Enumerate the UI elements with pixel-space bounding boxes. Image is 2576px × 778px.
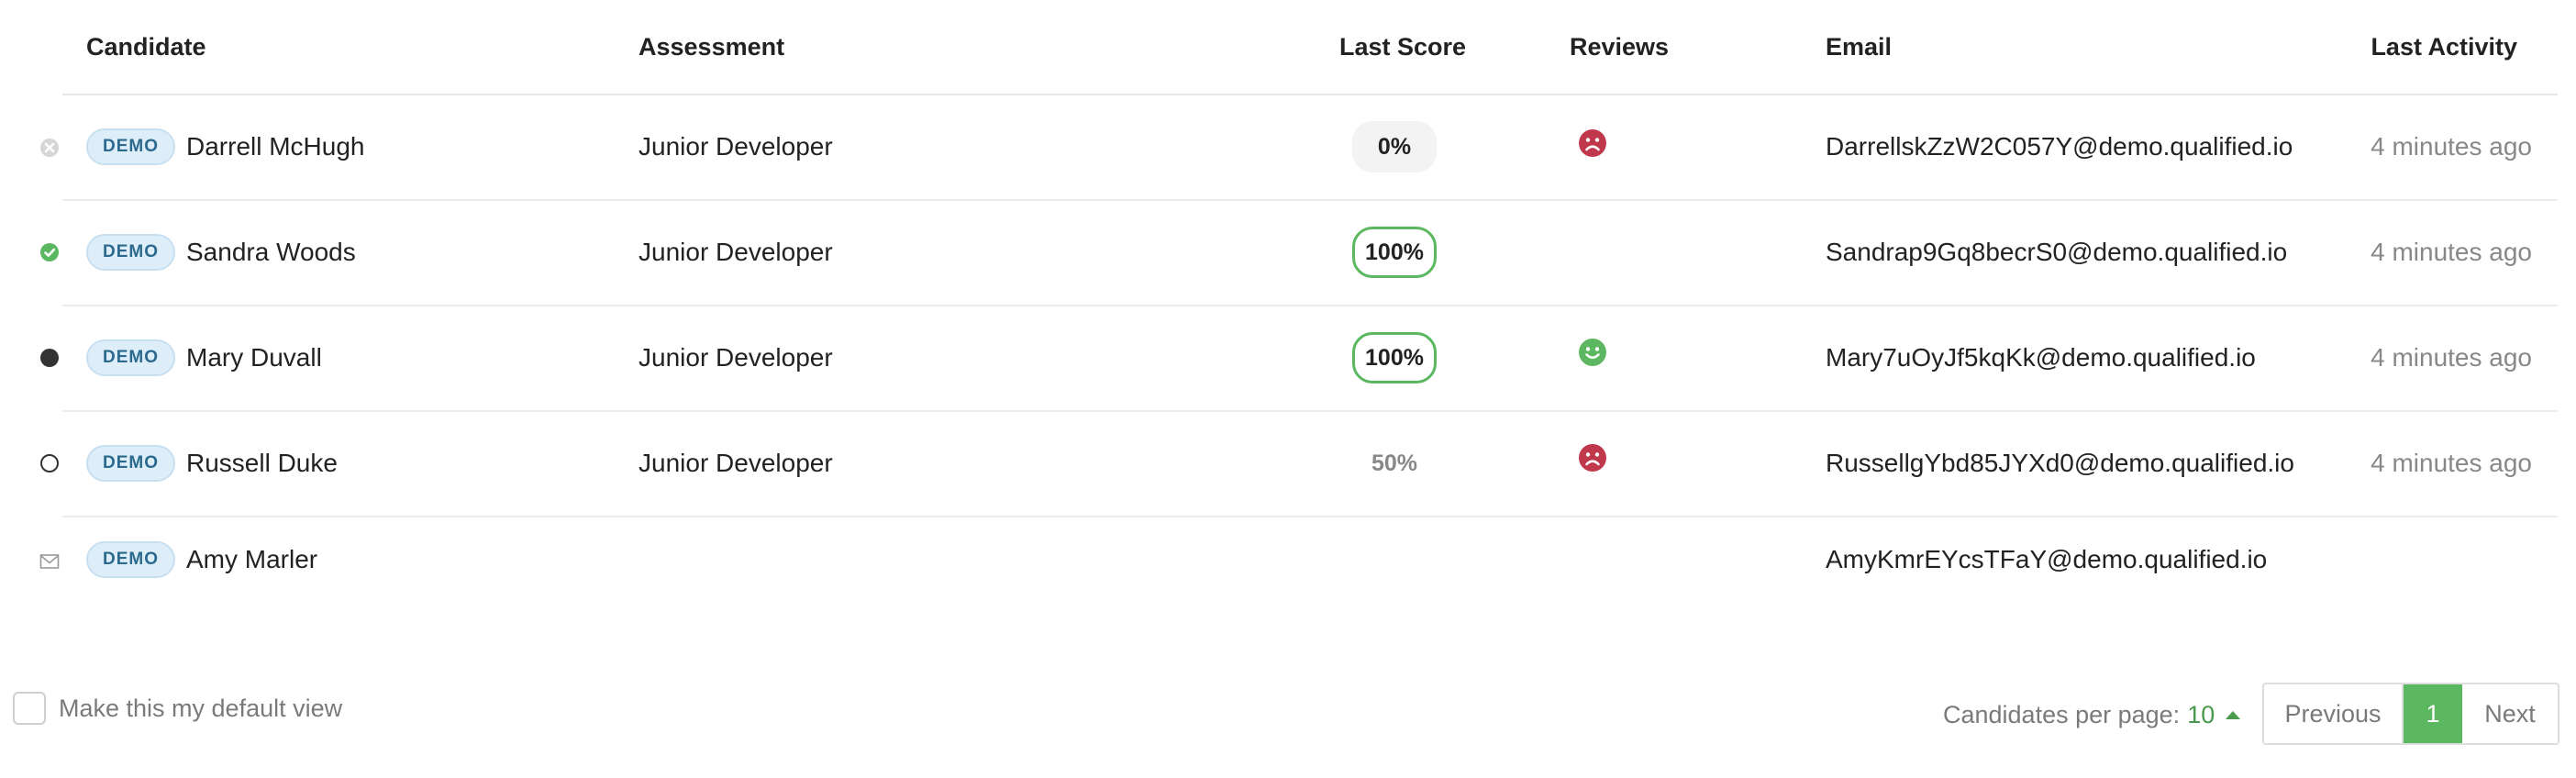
pagination: Previous 1 Next <box>2262 683 2559 745</box>
candidate-name[interactable]: Sandra Woods <box>186 238 356 267</box>
col-last-activity[interactable]: Last Activity <box>2371 33 2517 61</box>
table-row[interactable]: DEMO Darrell McHugh Junior Developer 0% … <box>0 95 2576 201</box>
envelope-icon <box>39 550 61 572</box>
candidate-name[interactable]: Darrell McHugh <box>186 132 365 161</box>
candidate-email: Sandrap9Gq8becrS0@demo.qualified.io <box>1826 238 2288 266</box>
filled-dot-icon <box>39 347 61 369</box>
table-row[interactable]: DEMO Sandra Woods Junior Developer 100% … <box>0 201 2576 306</box>
empty-circle-icon <box>39 452 61 474</box>
archived-x-icon <box>39 137 61 159</box>
per-page-value[interactable]: 10 <box>2187 701 2215 729</box>
per-page-label: Candidates per page: <box>1943 701 2181 728</box>
sad-face-icon <box>1579 129 1606 157</box>
col-candidate[interactable]: Candidate <box>86 33 206 61</box>
candidate-name[interactable]: Mary Duvall <box>186 343 322 372</box>
assessment-name[interactable]: Junior Developer <box>638 132 833 161</box>
last-activity: 4 minutes ago <box>2371 449 2532 477</box>
caret-up-icon[interactable] <box>2226 711 2241 719</box>
sad-face-icon <box>1579 444 1606 472</box>
per-page-selector[interactable]: Candidates per page: 10 <box>1943 701 2241 729</box>
next-page-button[interactable]: Next <box>2462 684 2558 743</box>
score-badge: 0% <box>1352 121 1437 172</box>
candidate-cell: DEMO Russell Duke <box>86 443 338 483</box>
happy-face-icon <box>1579 339 1606 366</box>
assessment-name[interactable]: Junior Developer <box>638 238 833 267</box>
previous-page-button[interactable]: Previous <box>2264 684 2404 743</box>
candidate-email: Mary7uOyJf5kqKk@demo.qualified.io <box>1826 343 2256 372</box>
table-row[interactable]: DEMO Amy Marler AmyKmrEYcsTFaY@demo.qual… <box>0 517 2576 623</box>
candidate-email: RussellgYbd85JYXd0@demo.qualified.io <box>1826 449 2294 477</box>
candidate-email: DarrellskZzW2C057Y@demo.qualified.io <box>1826 132 2293 161</box>
demo-badge: DEMO <box>86 339 175 376</box>
candidate-email: AmyKmrEYcsTFaY@demo.qualified.io <box>1826 545 2268 573</box>
score-badge: 50% <box>1371 450 1418 476</box>
table-row[interactable]: DEMO Russell Duke Junior Developer 50% R… <box>0 412 2576 517</box>
candidate-cell: DEMO Sandra Woods <box>86 232 356 272</box>
demo-badge: DEMO <box>86 445 175 482</box>
completed-check-icon <box>39 241 61 263</box>
col-last-score[interactable]: Last Score <box>1339 33 1466 61</box>
candidate-name[interactable]: Amy Marler <box>186 545 317 574</box>
last-activity: 4 minutes ago <box>2371 132 2532 161</box>
default-view-label[interactable]: Make this my default view <box>59 695 342 723</box>
candidate-cell: DEMO Darrell McHugh <box>86 127 365 167</box>
candidate-name[interactable]: Russell Duke <box>186 449 338 478</box>
col-email[interactable]: Email <box>1826 33 1892 61</box>
candidate-cell: DEMO Amy Marler <box>86 539 317 580</box>
demo-badge: DEMO <box>86 128 175 165</box>
default-view-checkbox[interactable] <box>13 692 46 725</box>
assessment-name[interactable]: Junior Developer <box>638 449 833 478</box>
demo-badge: DEMO <box>86 541 175 578</box>
current-page-button[interactable]: 1 <box>2404 684 2462 743</box>
demo-badge: DEMO <box>86 234 175 271</box>
table-header: Candidate Assessment Last Score Reviews … <box>0 0 2576 95</box>
default-view-option[interactable]: Make this my default view <box>13 692 342 725</box>
col-assessment[interactable]: Assessment <box>638 33 784 61</box>
last-activity: 4 minutes ago <box>2371 238 2532 266</box>
last-activity: 4 minutes ago <box>2371 343 2532 372</box>
score-badge: 100% <box>1352 227 1437 278</box>
assessment-name[interactable]: Junior Developer <box>638 343 833 372</box>
candidate-cell: DEMO Mary Duvall <box>86 338 322 378</box>
table-row[interactable]: DEMO Mary Duvall Junior Developer 100% M… <box>0 306 2576 412</box>
score-badge: 100% <box>1352 332 1437 383</box>
col-reviews[interactable]: Reviews <box>1570 33 1669 61</box>
